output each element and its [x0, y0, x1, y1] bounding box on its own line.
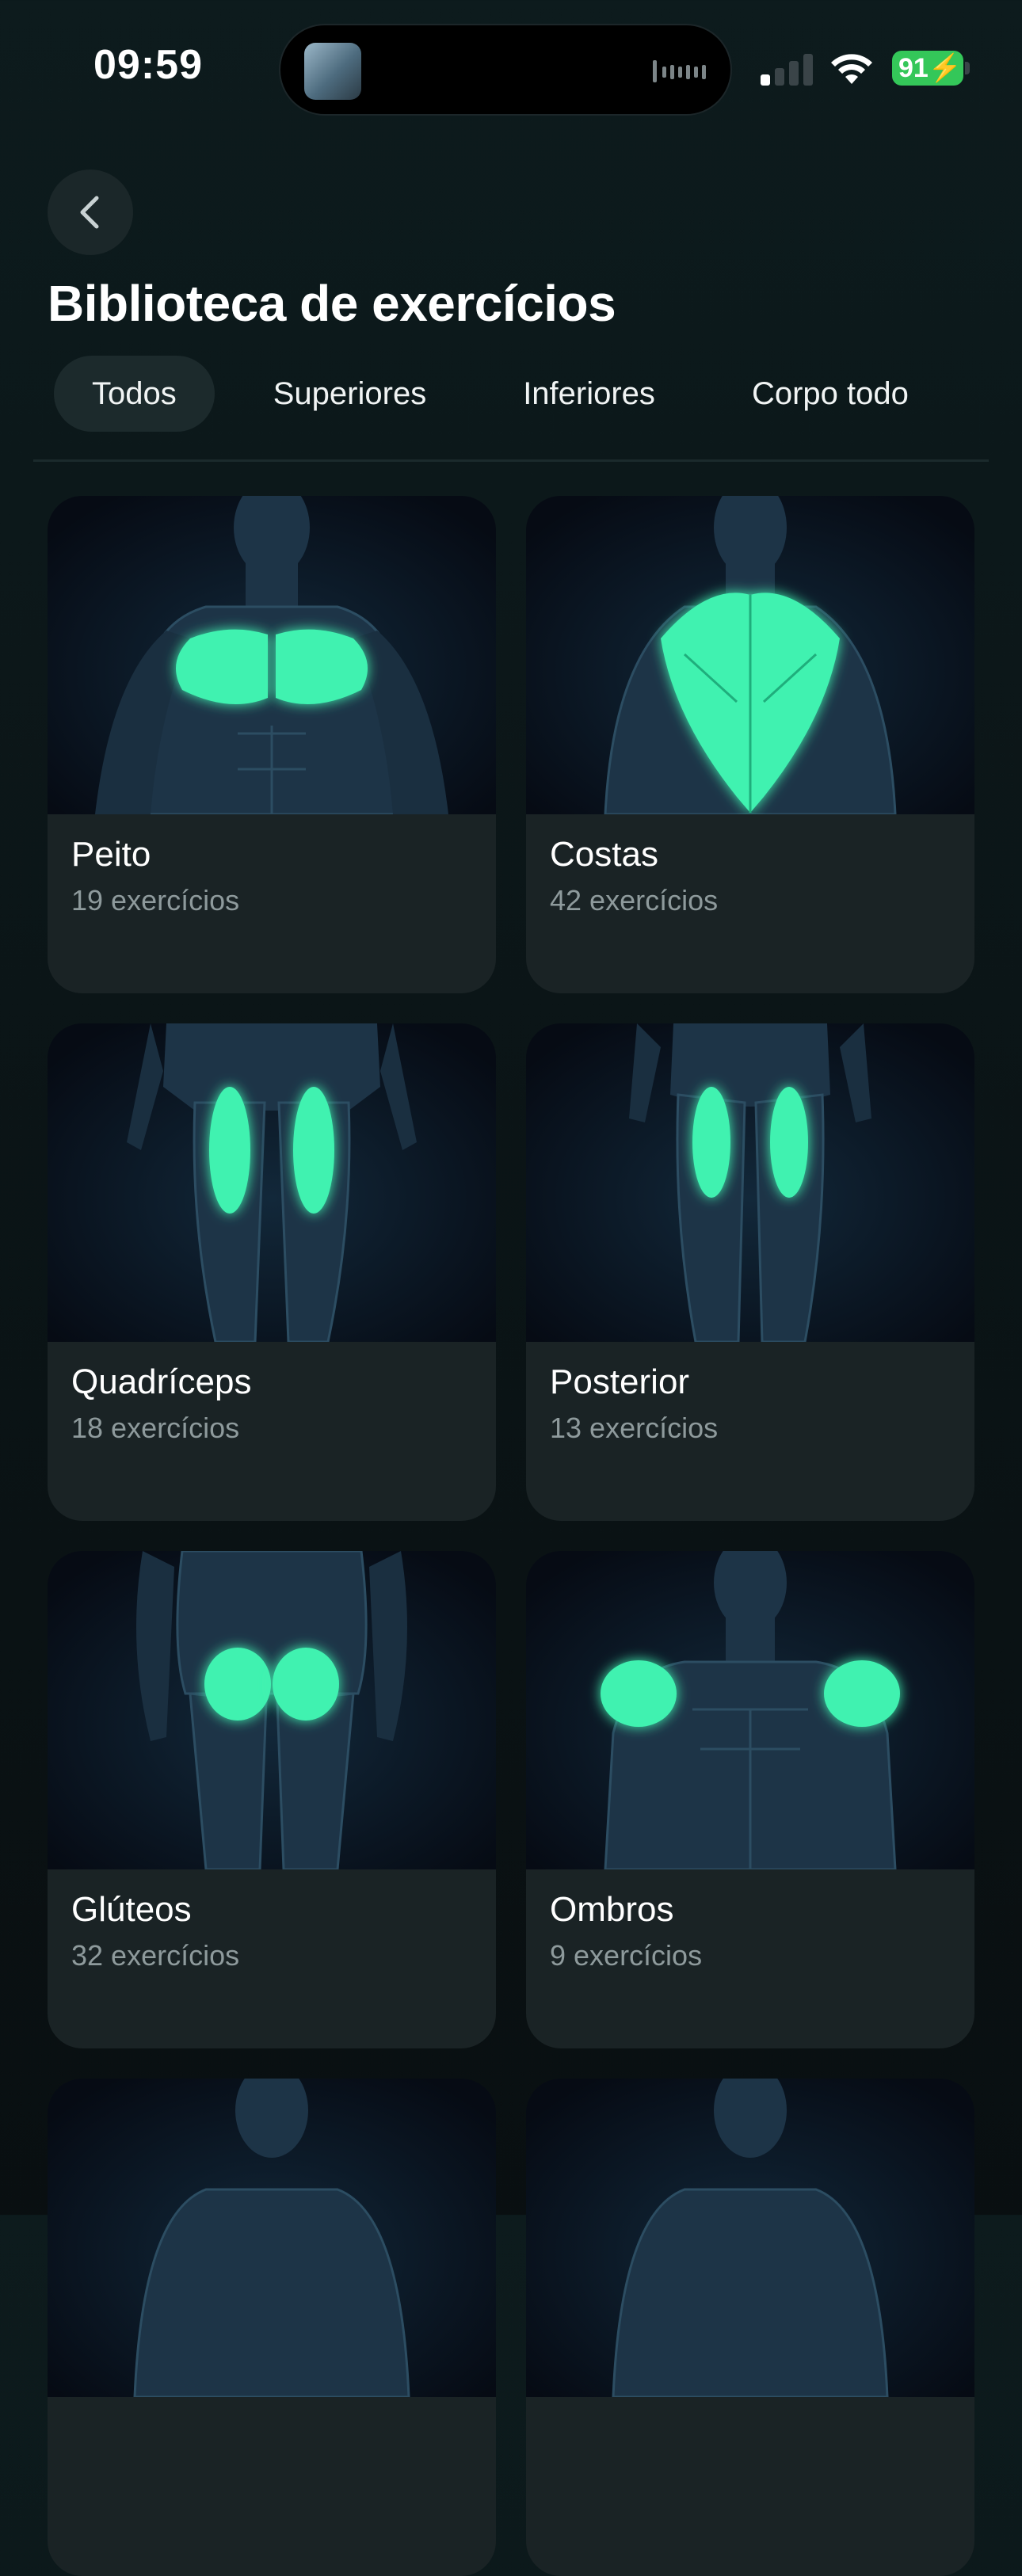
card-image — [48, 1551, 496, 1869]
card-posterior[interactable]: Posterior 13 exercícios — [526, 1023, 974, 1521]
card-image — [526, 2079, 974, 2397]
card-count: 32 exercícios — [71, 1939, 240, 1972]
battery-indicator: 91⚡ — [892, 51, 963, 86]
audio-waveform-icon — [653, 60, 706, 82]
wifi-icon — [831, 54, 872, 84]
card-image — [48, 1023, 496, 1342]
status-bar: 09:59 91⚡ — [0, 0, 1022, 143]
card-count: 13 exercícios — [550, 1412, 719, 1444]
tab-todos[interactable]: Todos — [54, 356, 215, 432]
cellular-signal-icon — [761, 54, 813, 86]
shoulders-muscle-illustration — [526, 1551, 974, 1869]
card-quadriceps[interactable]: Quadríceps 18 exercícios — [48, 1023, 496, 1521]
card-title: Quadríceps — [71, 1362, 252, 1401]
card-gluteos[interactable]: Glúteos 32 exercícios — [48, 1551, 496, 2048]
card-title: Costas — [550, 835, 658, 874]
card-image — [48, 2079, 496, 2397]
battery-tip — [965, 62, 970, 74]
battery-level: 91 — [898, 53, 929, 83]
card-count: 42 exercícios — [550, 884, 719, 916]
now-playing-thumbnail — [304, 43, 361, 100]
card-count: 19 exercícios — [71, 884, 240, 916]
tab-corpo-todo[interactable]: Corpo todo — [714, 356, 947, 432]
card-image — [526, 1551, 974, 1869]
tab-inferiores[interactable]: Inferiores — [485, 356, 693, 432]
filter-tabs: Todos Superiores Inferiores Corpo todo — [54, 355, 967, 433]
card-costas[interactable]: Costas 42 exercícios — [526, 496, 974, 993]
card-title: Glúteos — [71, 1890, 192, 1929]
tabs-divider — [33, 459, 989, 462]
glutes-muscle-illustration — [48, 1551, 496, 1869]
card-count: 9 exercícios — [550, 1939, 703, 1972]
quadriceps-muscle-illustration — [48, 1023, 496, 1342]
chevron-left-icon — [80, 196, 99, 229]
back-button[interactable] — [48, 170, 133, 255]
card-title: Peito — [71, 835, 151, 874]
card-ombros[interactable]: Ombros 9 exercícios — [526, 1551, 974, 2048]
card-partial-2[interactable] — [526, 2079, 974, 2576]
page-title: Biblioteca de exercícios — [48, 275, 616, 332]
back-muscle-illustration — [526, 496, 974, 814]
chest-muscle-illustration — [48, 496, 496, 814]
card-image — [48, 496, 496, 814]
hamstrings-muscle-illustration — [526, 1023, 974, 1342]
upper-body-illustration — [526, 2079, 974, 2397]
card-image — [526, 1023, 974, 1342]
muscle-group-grid: Peito 19 exercícios Costas 42 exercícios — [48, 496, 974, 2576]
card-title: Posterior — [550, 1362, 690, 1401]
card-partial-1[interactable] — [48, 2079, 496, 2576]
status-time: 09:59 — [93, 42, 203, 88]
card-peito[interactable]: Peito 19 exercícios — [48, 496, 496, 993]
dynamic-island[interactable] — [279, 24, 732, 116]
upper-body-illustration — [48, 2079, 496, 2397]
card-count: 18 exercícios — [71, 1412, 240, 1444]
card-title: Ombros — [550, 1890, 674, 1929]
tab-superiores[interactable]: Superiores — [235, 356, 464, 432]
card-image — [526, 496, 974, 814]
